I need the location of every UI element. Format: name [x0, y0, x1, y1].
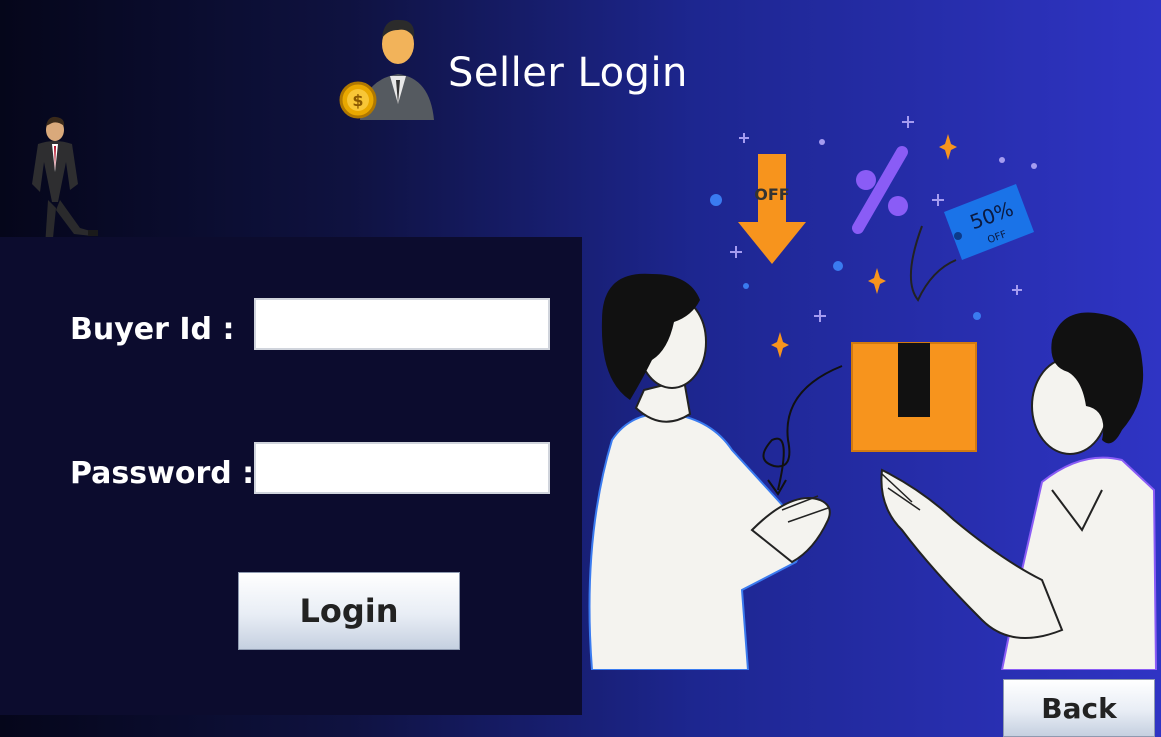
buyer-id-input[interactable] — [254, 298, 550, 350]
login-button[interactable]: Login — [238, 572, 460, 650]
off-arrow-label: OFF — [754, 185, 789, 204]
sale-illustration: OFF 50% OFF — [588, 116, 1158, 670]
password-input[interactable] — [254, 442, 550, 494]
page-title: Seller Login — [448, 50, 688, 96]
seller-avatar-icon: $ — [339, 19, 434, 120]
back-button[interactable]: Back — [1003, 679, 1155, 737]
password-label: Password : — [70, 456, 255, 491]
svg-text:$: $ — [352, 91, 363, 110]
buyer-id-label: Buyer Id : — [70, 312, 235, 347]
